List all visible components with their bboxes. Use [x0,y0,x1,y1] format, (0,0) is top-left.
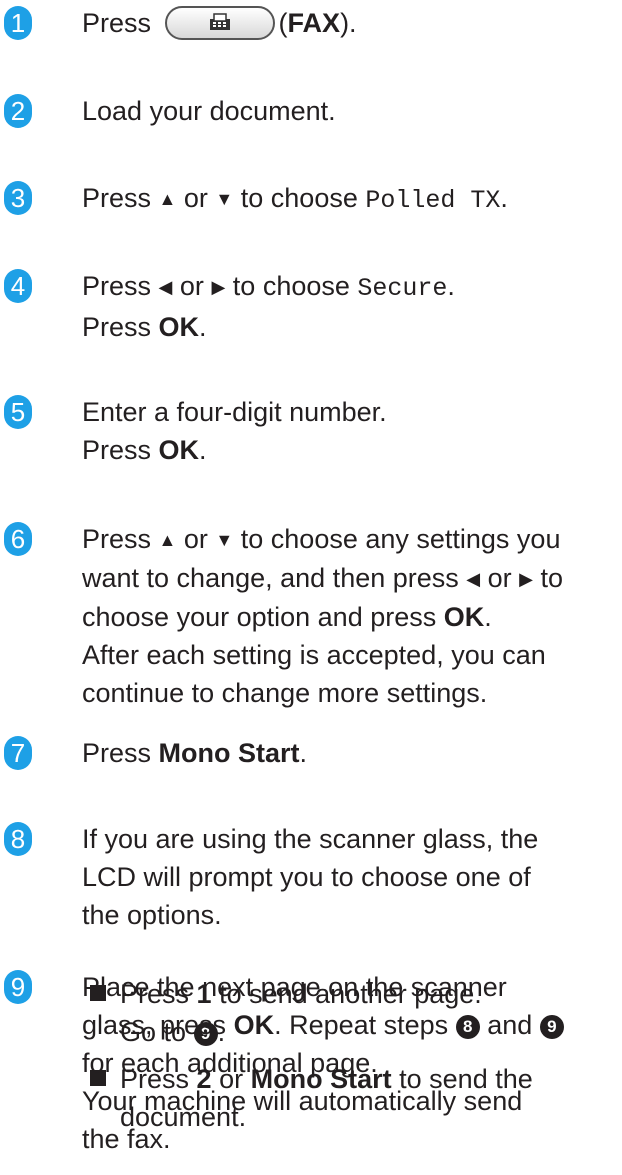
step-number: 5 [4,395,32,429]
step-text: Press ◀ or ▶ to choose Secure. Press OK. [82,271,455,342]
step-text: Press (FAX). [82,4,617,42]
step-text: Press Mono Start. [82,738,308,768]
step-number: 8 [4,822,32,856]
step-text: If you are using the scanner glass, the … [82,824,539,930]
right-arrow-icon: ▶ [519,569,534,589]
step-number: 6 [4,522,32,556]
left-arrow-icon: ◀ [158,277,173,297]
step-text: Place the next page on the scanner glass… [82,968,617,1158]
step-text: Press ▲ or ▼ to choose Polled TX. [82,183,508,215]
lcd-option: Polled TX [365,186,501,215]
step-number: 7 [4,736,32,770]
up-arrow-icon: ▲ [158,530,177,550]
step-number: 9 [4,970,32,1004]
lcd-option: Secure [357,274,448,303]
step-text: Load your document. [82,96,336,126]
step-number: 4 [4,269,32,303]
step-ref-badge: 9 [539,1015,564,1039]
left-arrow-icon: ◀ [466,569,481,589]
step-ref-badge: 8 [455,1015,480,1039]
step-text: Press ▲ or ▼ to choose any settings you … [82,524,564,708]
right-arrow-icon: ▶ [211,277,226,297]
step-number: 1 [4,6,32,40]
fax-icon [209,13,230,30]
down-arrow-icon: ▼ [215,189,234,209]
step-text: Enter a four-digit number. Press OK. [82,397,387,465]
up-arrow-icon: ▲ [158,189,177,209]
down-arrow-icon: ▼ [215,530,234,550]
step-number: 2 [4,94,32,128]
fax-button [164,5,275,40]
step-number: 3 [4,181,32,215]
